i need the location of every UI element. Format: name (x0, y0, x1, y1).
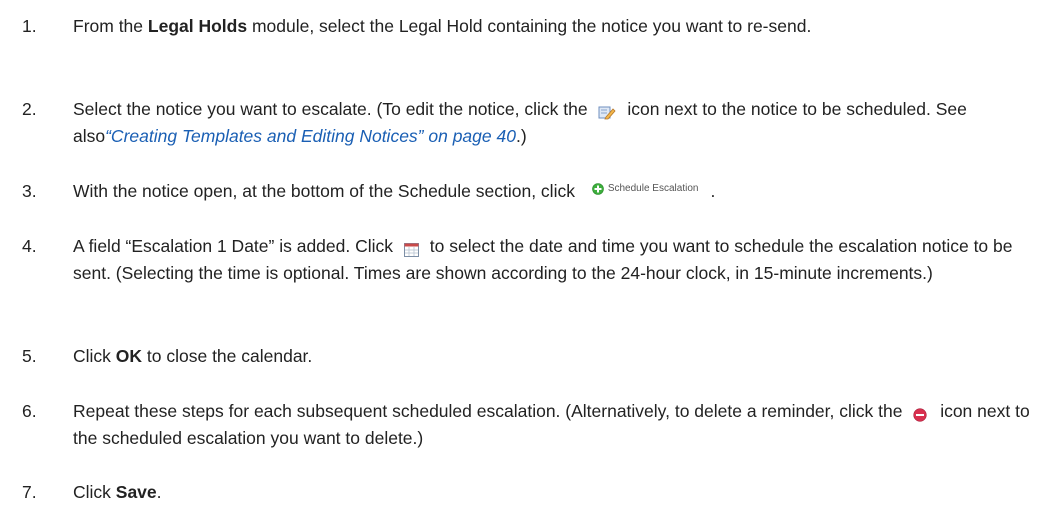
edit-icon[interactable] (598, 101, 617, 120)
step-text-part: module, select the Legal Hold containing… (247, 16, 812, 36)
plus-circle-icon (592, 183, 604, 196)
step-text-part: A field “Escalation 1 Date” is added. Cl… (73, 236, 398, 256)
schedule-escalation-label: Schedule Escalation (607, 183, 699, 195)
step-text-part: .) (515, 126, 527, 146)
step-text: Repeat these steps for each subsequent s… (73, 398, 1048, 452)
step-text: Select the notice you want to escalate. … (73, 96, 1048, 150)
step-number: 2. (22, 99, 37, 119)
schedule-escalation-button[interactable]: Schedule Escalation (592, 183, 699, 196)
step-text-part: Select the notice you want to escalate. … (73, 99, 593, 119)
cross-reference-link[interactable]: “Creating Templates and Editing Notices”… (105, 126, 516, 146)
step-text: A field “Escalation 1 Date” is added. Cl… (73, 233, 1048, 287)
step-text-part: Click (73, 346, 116, 366)
step-number: 1. (22, 16, 37, 36)
step-text: With the notice open, at the bottom of t… (73, 178, 1048, 205)
step-number: 4. (22, 236, 37, 256)
step-text-part: to close the calendar. (142, 346, 313, 366)
step-text-part: With the notice open, at the bottom of t… (73, 181, 580, 201)
step-number: 5. (22, 346, 37, 366)
ok-label: OK (115, 346, 143, 366)
step-text-part: . (710, 181, 716, 201)
minus-circle-icon[interactable] (913, 403, 927, 422)
step-text-part: Repeat these steps for each subsequent s… (73, 401, 908, 421)
step-text: From the Legal Holds module, select the … (73, 13, 1048, 40)
step-text-part: Click (73, 482, 116, 502)
calendar-icon[interactable] (403, 238, 419, 257)
step-text-part: . (156, 482, 162, 502)
step-text-part: From the (73, 16, 148, 36)
step-number: 6. (22, 401, 37, 421)
save-label: Save (115, 482, 157, 502)
step-text: Click Save. (73, 479, 1048, 506)
step-number: 3. (22, 181, 37, 201)
step-number: 7. (22, 482, 37, 502)
step-text: Click OK to close the calendar. (73, 343, 1048, 370)
module-name: Legal Holds (147, 16, 248, 36)
